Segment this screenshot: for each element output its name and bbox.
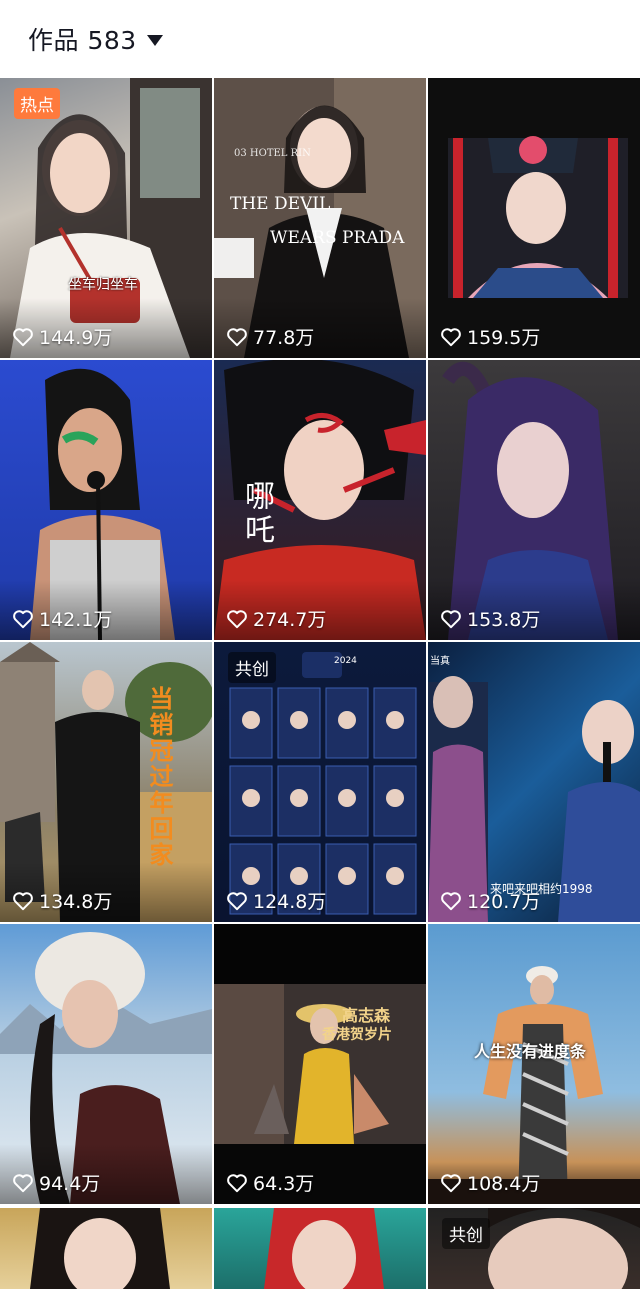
- video-tile[interactable]: 03 HOTEL RIN THE DEVIL WEARS PRADA 77.8万: [214, 78, 426, 358]
- like-count: 274.7万: [226, 605, 326, 632]
- video-overlay-line1: 高志森: [342, 1006, 391, 1025]
- video-caption: 坐车归坐车: [68, 277, 138, 293]
- heart-icon: [441, 609, 461, 628]
- video-thumbnail: [448, 136, 628, 298]
- video-tile[interactable]: 热点 坐车归坐车 144.9万: [0, 78, 212, 358]
- like-count: 64.3万: [226, 1169, 314, 1196]
- like-count: 142.1万: [12, 605, 112, 632]
- like-count-text: 153.8万: [467, 609, 541, 631]
- video-thumbnail: [428, 966, 640, 1204]
- like-count: 94.4万: [12, 1169, 100, 1196]
- video-thumbnail: [229, 652, 417, 915]
- video-tile[interactable]: 共创: [428, 1208, 640, 1289]
- video-overlay-line2: 香港贺岁片: [322, 1027, 392, 1043]
- video-overlay-line2: WEARS PRADA: [270, 228, 405, 248]
- video-tile[interactable]: [0, 1208, 212, 1289]
- like-count: 108.4万: [440, 1169, 540, 1196]
- co-create-tag: 共创: [228, 652, 276, 683]
- video-overlay-small: 当真: [430, 656, 450, 667]
- video-tile[interactable]: 高志森 香港贺岁片 64.3万: [214, 924, 426, 1204]
- heart-icon: [13, 891, 33, 910]
- like-count-text: 64.3万: [253, 1173, 315, 1195]
- heart-icon: [441, 327, 461, 346]
- video-tile[interactable]: [214, 1208, 426, 1289]
- like-count: 134.8万: [12, 887, 112, 914]
- heart-icon: [227, 609, 247, 628]
- hot-tag: 热点: [14, 88, 60, 119]
- like-count: 159.5万: [440, 323, 540, 350]
- like-count: 144.9万: [12, 323, 112, 350]
- heart-icon: [13, 609, 33, 628]
- video-thumbnail: [264, 1208, 384, 1289]
- works-count-title: 作品 583: [28, 26, 137, 55]
- heart-icon: [227, 327, 247, 346]
- like-count-text: 108.4万: [467, 1173, 541, 1195]
- caret-down-icon[interactable]: [146, 34, 163, 46]
- like-count: 153.8万: [440, 605, 540, 632]
- video-tile[interactable]: 当销冠过年回家 134.8万: [0, 642, 212, 922]
- like-count: 124.8万: [226, 887, 326, 914]
- video-tile[interactable]: 153.8万: [428, 360, 640, 640]
- video-tile[interactable]: 当真 来吧来吧相约1998 120.7万: [428, 642, 640, 922]
- heart-icon: [13, 327, 33, 346]
- heart-icon: [441, 1173, 461, 1192]
- co-create-tag: 共创: [442, 1218, 490, 1249]
- video-tile[interactable]: 94.4万: [0, 924, 212, 1204]
- video-overlay-small: 2024: [334, 656, 357, 666]
- like-count-text: 134.8万: [39, 891, 113, 913]
- video-overlay-vertical: 哪吒: [239, 480, 274, 548]
- video-tile[interactable]: 159.5万: [428, 78, 640, 358]
- works-header[interactable]: 作品 583: [0, 0, 640, 78]
- video-thumbnail: [214, 984, 426, 1204]
- video-overlay-line1: THE DEVIL: [230, 194, 331, 214]
- like-count-text: 144.9万: [39, 327, 113, 349]
- video-tile[interactable]: 142.1万: [0, 360, 212, 640]
- video-thumbnail: [30, 1208, 170, 1289]
- video-tile[interactable]: 哪吒 274.7万: [214, 360, 426, 640]
- like-count-text: 274.7万: [253, 609, 327, 631]
- like-count-text: 94.4万: [39, 1173, 101, 1195]
- heart-icon: [13, 1173, 33, 1192]
- like-count-text: 142.1万: [39, 609, 113, 631]
- video-tile[interactable]: 人生没有进度条 108.4万: [428, 924, 640, 1204]
- like-count: 77.8万: [226, 323, 314, 350]
- video-overlay-line1: 人生没有进度条: [474, 1042, 587, 1061]
- video-overlay-vertical: 当销冠过年回家: [145, 686, 173, 868]
- like-count-text: 159.5万: [467, 327, 541, 349]
- heart-icon: [227, 891, 247, 910]
- heart-icon: [227, 1173, 247, 1192]
- video-tile[interactable]: 共创 2024 124.8万: [214, 642, 426, 922]
- like-count-text: 120.7万: [467, 891, 541, 913]
- video-overlay-small: 03 HOTEL RIN: [234, 148, 311, 159]
- heart-icon: [441, 891, 461, 910]
- like-count: 120.7万: [440, 887, 540, 914]
- like-count-text: 124.8万: [253, 891, 327, 913]
- like-count-text: 77.8万: [253, 327, 315, 349]
